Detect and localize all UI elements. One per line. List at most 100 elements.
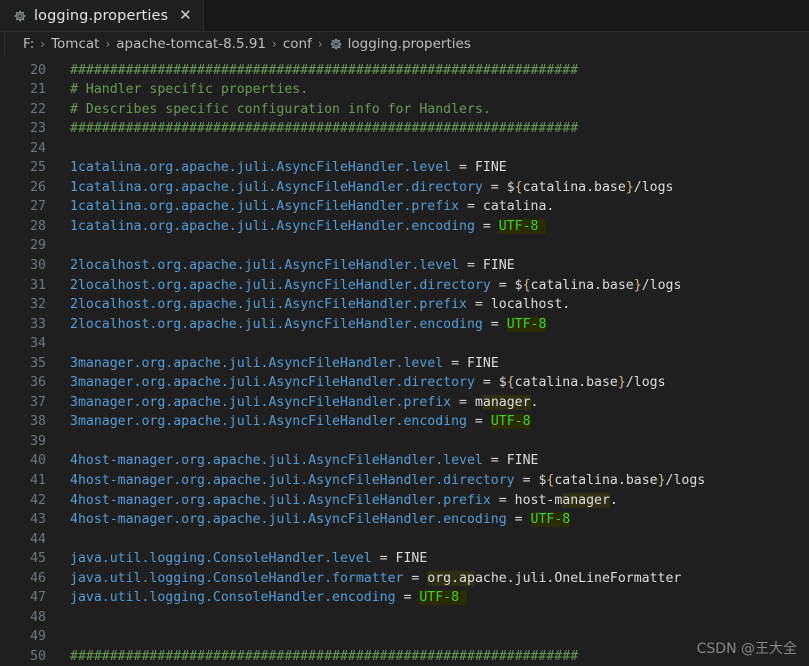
code-line: 48 (0, 608, 809, 628)
code-token: = (482, 179, 507, 195)
code-token: m (474, 394, 483, 410)
breadcrumb-item-3[interactable]: conf (282, 36, 313, 52)
line-content: ########################################… (58, 647, 578, 666)
breadcrumb-separator: › (317, 37, 323, 51)
line-number: 38 (30, 414, 46, 430)
line-number: 29 (30, 238, 46, 254)
code-token: ########################################… (70, 62, 579, 78)
line-number: 27 (30, 199, 46, 215)
code-token: 4host-manager.org.apache.juli.AsyncFileH… (70, 453, 483, 469)
code-token: 3manager.org.apache.juli.AsyncFileHandle… (70, 375, 475, 391)
line-number: 20 (30, 62, 46, 78)
code-token: 1catalina.org.apache.juli.AsyncFileHandl… (70, 179, 483, 195)
breadcrumb-separator: › (40, 37, 46, 51)
code-token: /logs (641, 277, 682, 293)
code-line: 29 (0, 236, 809, 256)
line-content: 4host-manager.org.apache.juli.AsyncFileH… (58, 471, 705, 491)
code-token: $ (514, 277, 523, 293)
code-token: FINE (482, 258, 515, 274)
line-number: 35 (30, 355, 46, 371)
code-token: = (514, 473, 539, 489)
line-number: 49 (30, 629, 46, 645)
code-token: 4host-manager.org.apache.juli.AsyncFileH… (70, 492, 491, 508)
code-token: } (657, 473, 666, 489)
code-token: = (403, 570, 428, 586)
line-number: 24 (30, 140, 46, 156)
line-content: 1catalina.org.apache.juli.AsyncFileHandl… (58, 197, 554, 217)
code-token: = (451, 394, 475, 410)
line-content: java.util.logging.ConsoleHandler.level =… (58, 549, 427, 569)
code-line: 44 (0, 530, 809, 550)
code-token: FINE (506, 453, 539, 469)
code-token: ########################################… (70, 121, 579, 137)
tab-label: logging.properties (34, 7, 169, 24)
code-token: { (506, 375, 515, 391)
code-token: = (459, 258, 483, 274)
tab-logging-properties[interactable]: logging.properties ✕ (0, 0, 204, 31)
search-match: org.ap (427, 570, 475, 586)
code-token: /logs (625, 375, 666, 391)
line-number: 47 (30, 590, 46, 606)
line-number: 40 (30, 453, 46, 469)
code-token: 2localhost.org.apache.juli.AsyncFileHand… (70, 297, 467, 313)
code-line: 32 2localhost.org.apache.juli.AsyncFileHa… (0, 295, 809, 315)
gear-icon (330, 38, 341, 50)
code-token: } (625, 179, 634, 195)
line-content: java.util.logging.ConsoleHandler.encodin… (58, 588, 468, 608)
line-content: java.util.logging.ConsoleHandler.formatt… (58, 569, 681, 589)
breadcrumb-item-0[interactable]: F: (22, 36, 35, 52)
close-icon[interactable]: ✕ (179, 8, 192, 23)
line-number: 22 (30, 101, 46, 117)
code-line: 42 4host-manager.org.apache.juli.AsyncFil… (0, 491, 809, 511)
line-content: 4host-manager.org.apache.juli.AsyncFileH… (58, 510, 571, 530)
line-content: 3manager.org.apache.juli.AsyncFileHandle… (58, 373, 666, 393)
code-token: java.util.logging.ConsoleHandler.level (70, 551, 372, 567)
code-line: 37 3manager.org.apache.juli.AsyncFileHand… (0, 393, 809, 413)
line-number: 48 (30, 609, 46, 625)
breadcrumb: F: › Tomcat › apache-tomcat-8.5.91 › con… (0, 32, 809, 56)
line-content: 2localhost.org.apache.juli.AsyncFileHand… (58, 256, 515, 276)
code-token: = (395, 590, 420, 606)
tab-bar-empty-area (203, 0, 809, 31)
code-line: 20 ######################################… (0, 61, 809, 81)
code-token: = (466, 414, 491, 430)
code-token: = (466, 297, 491, 313)
code-editor[interactable]: 1920####################################… (0, 55, 809, 666)
code-token: . (609, 492, 618, 508)
code-token: = (490, 277, 515, 293)
code-token: = (371, 551, 396, 567)
line-number: 39 (30, 433, 46, 449)
code-token: catalina.base (530, 277, 634, 293)
breadcrumb-item-1[interactable]: Tomcat (50, 36, 100, 52)
line-number: 33 (30, 316, 46, 332)
code-lines: 1920####################################… (0, 55, 809, 666)
code-token: = (443, 355, 467, 371)
code-token: = (506, 512, 531, 528)
code-token: java.util.logging.ConsoleHandler.formatt… (70, 570, 404, 586)
code-line: 46 java.util.logging.ConsoleHandler.forma… (0, 569, 809, 589)
code-token: = (474, 218, 499, 234)
search-match (538, 218, 547, 234)
code-token: 1catalina.org.apache.juli.AsyncFileHandl… (70, 218, 475, 234)
code-token: catalina.base (522, 179, 626, 195)
search-match: anager (482, 394, 531, 410)
code-token: { (514, 179, 523, 195)
line-number: 44 (30, 531, 46, 547)
code-line: 49 (0, 627, 809, 647)
line-number: 32 (30, 297, 46, 313)
breadcrumb-item-file[interactable]: logging.properties (328, 36, 472, 52)
editor-tab-bar: logging.properties ✕ (0, 0, 809, 32)
line-content: # Describes specific configuration info … (58, 100, 491, 120)
code-token: 1catalina.org.apache.juli.AsyncFileHandl… (70, 160, 452, 176)
code-token: 4host-manager.org.apache.juli.AsyncFileH… (70, 473, 515, 489)
line-number: 26 (30, 179, 46, 195)
search-match: UTF-8 (419, 590, 460, 606)
code-line: 38 3manager.org.apache.juli.AsyncFileHand… (0, 412, 809, 432)
line-content: 1catalina.org.apache.juli.AsyncFileHandl… (58, 158, 507, 178)
code-line: 26 1catalina.org.apache.juli.AsyncFileHan… (0, 178, 809, 198)
breadcrumb-item-2[interactable]: apache-tomcat-8.5.91 (115, 36, 267, 52)
code-token: = (474, 375, 499, 391)
code-token: 1catalina.org.apache.juli.AsyncFileHandl… (70, 199, 460, 215)
code-token: localhost. (490, 297, 571, 313)
search-match: UTF-8 (498, 218, 539, 234)
